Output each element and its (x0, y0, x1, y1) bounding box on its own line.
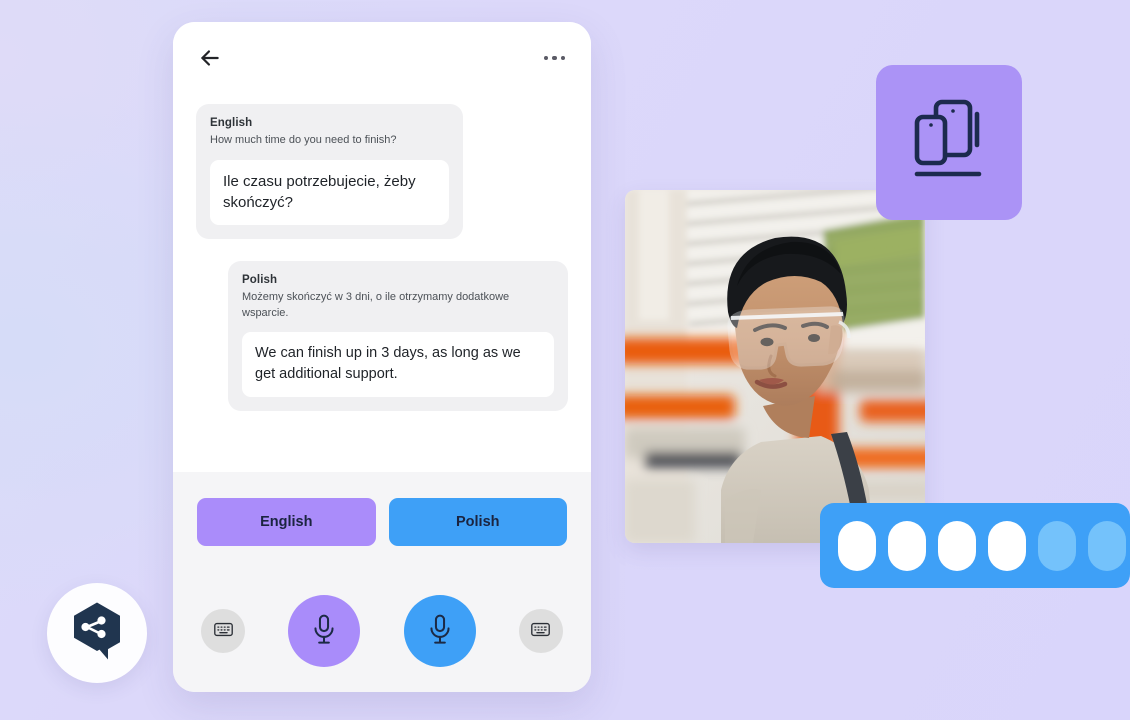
microphone-icon (427, 614, 453, 649)
keyboard-icon-right-button[interactable] (518, 609, 563, 653)
progress-pill (988, 520, 1026, 571)
phone-header (173, 22, 591, 94)
message-language-label: Polish (242, 274, 278, 287)
multiple-devices-icon (907, 97, 991, 188)
keyboard-icon (531, 622, 551, 640)
phone-controls-panel: English Polish (173, 472, 591, 692)
input-controls-row (197, 595, 567, 667)
message-source-text: Możemy skończyć w 3 dni, o ile otrzymamy… (242, 291, 510, 319)
more-dots (543, 55, 565, 61)
keyboard-icon (213, 622, 233, 640)
message-source-text: How much time do you need to finish? (210, 134, 397, 146)
microphone-polish-button[interactable] (403, 595, 476, 667)
worker-photo (625, 190, 925, 543)
message-translated-text: Ile czasu potrzebujecie, żeby skończyć? (210, 159, 449, 226)
progress-pill (888, 520, 926, 571)
language-button-english[interactable]: English (197, 498, 376, 546)
conversation-panel: English How much time do you need to fin… (173, 22, 591, 472)
language-selector-row: English Polish (197, 498, 567, 546)
message-bubble-polish[interactable]: Polish Możemy skończyć w 3 dni, o ile ot… (228, 261, 568, 411)
share-bubble-logo-icon (68, 601, 126, 666)
page-canvas: English How much time do you need to fin… (0, 0, 1130, 720)
progress-pill (1088, 520, 1126, 571)
progress-pill (938, 520, 976, 571)
message-language-label: English (210, 117, 253, 129)
progress-pill (1038, 520, 1076, 571)
more-options-icon[interactable] (543, 55, 565, 61)
progress-pill (838, 520, 876, 571)
translator-phone-card: English How much time do you need to fin… (173, 22, 591, 692)
message-translated-text: We can finish up in 3 days, as long as w… (242, 332, 554, 397)
microphone-english-button[interactable] (288, 595, 361, 667)
message-bubble-english[interactable]: English How much time do you need to fin… (196, 104, 463, 240)
keyboard-icon-left-button[interactable] (201, 609, 245, 653)
microphone-icon (311, 614, 337, 649)
language-button-polish[interactable]: Polish (388, 498, 567, 546)
progress-pills-card (820, 503, 1130, 588)
back-arrow-icon[interactable] (197, 45, 223, 71)
brand-logo-badge (47, 583, 147, 683)
devices-card (876, 65, 1022, 220)
